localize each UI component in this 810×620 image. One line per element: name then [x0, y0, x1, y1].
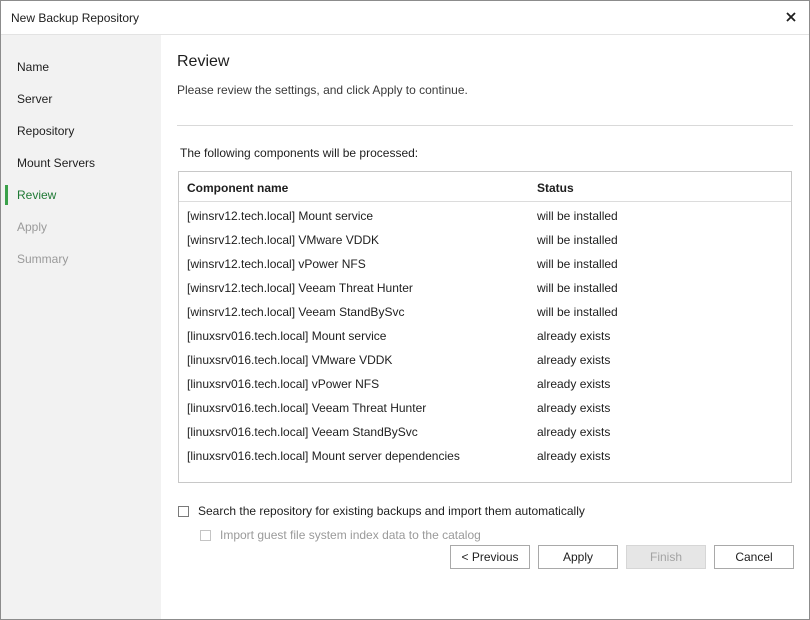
- search-repo-checkbox[interactable]: [178, 505, 189, 517]
- status-cell: already exists: [537, 353, 611, 367]
- window-title: New Backup Repository: [11, 11, 140, 25]
- step-repository[interactable]: Repository: [1, 119, 161, 143]
- status-cell: already exists: [537, 377, 611, 391]
- step-name[interactable]: Name: [1, 55, 161, 79]
- close-button[interactable]: [779, 5, 803, 29]
- search-repo-option[interactable]: Search the repository for existing backu…: [178, 504, 585, 518]
- component-name-cell: [winsrv12.tech.local] Mount service: [187, 209, 374, 223]
- table-row[interactable]: [linuxsrv016.tech.local] vPower NFS alre…: [179, 375, 791, 399]
- column-header-component-name[interactable]: Component name: [187, 181, 288, 195]
- table-row[interactable]: [winsrv12.tech.local] Mount service will…: [179, 207, 791, 231]
- component-name-cell: [winsrv12.tech.local] Veeam StandBySvc: [187, 305, 405, 319]
- step-summary: Summary: [17, 252, 69, 266]
- page-title: Review: [177, 53, 230, 70]
- table-row[interactable]: [linuxsrv016.tech.local] Veeam StandBySv…: [179, 423, 791, 447]
- import-index-label: Import guest file system index data to t…: [220, 528, 481, 542]
- components-table[interactable]: Component name Status [winsrv12.tech.loc…: [178, 171, 792, 483]
- main-panel: Review Please review the settings, and c…: [161, 35, 809, 619]
- table-caption: The following components will be process…: [180, 146, 419, 160]
- table-row[interactable]: [linuxsrv016.tech.local] Veeam Threat Hu…: [179, 399, 791, 423]
- component-name-cell: [linuxsrv016.tech.local] VMware VDDK: [187, 353, 393, 367]
- search-repo-label[interactable]: Search the repository for existing backu…: [198, 504, 585, 518]
- page-description: Please review the settings, and click Ap…: [177, 83, 468, 97]
- table-row[interactable]: [winsrv12.tech.local] vPower NFS will be…: [179, 255, 791, 279]
- header-divider: [177, 125, 793, 126]
- dialog-window: New Backup Repository Name Server Reposi…: [0, 0, 810, 620]
- previous-button[interactable]: < Previous: [450, 545, 530, 569]
- step-review[interactable]: Review: [1, 183, 161, 207]
- status-cell: will be installed: [537, 281, 618, 295]
- status-cell: will be installed: [537, 305, 618, 319]
- status-cell: already exists: [537, 401, 611, 415]
- table-row[interactable]: [linuxsrv016.tech.local] VMware VDDK alr…: [179, 351, 791, 375]
- apply-button[interactable]: Apply: [538, 545, 618, 569]
- table-row[interactable]: [winsrv12.tech.local] Veeam Threat Hunte…: [179, 279, 791, 303]
- table-row[interactable]: [linuxsrv016.tech.local] Mount service a…: [179, 327, 791, 351]
- component-name-cell: [winsrv12.tech.local] vPower NFS: [187, 257, 366, 271]
- status-cell: already exists: [537, 449, 611, 463]
- column-header-status[interactable]: Status: [537, 181, 574, 195]
- component-name-cell: [linuxsrv016.tech.local] Veeam StandBySv…: [187, 425, 418, 439]
- component-name-cell: [linuxsrv016.tech.local] Mount service: [187, 329, 387, 343]
- step-server[interactable]: Server: [1, 87, 161, 111]
- table-row[interactable]: [linuxsrv016.tech.local] Mount server de…: [179, 447, 791, 471]
- component-name-cell: [linuxsrv016.tech.local] vPower NFS: [187, 377, 380, 391]
- table-body: [winsrv12.tech.local] Mount service will…: [179, 207, 791, 471]
- table-header: Component name Status: [179, 172, 791, 202]
- component-name-cell: [linuxsrv016.tech.local] Mount server de…: [187, 449, 460, 463]
- step-apply: Apply: [17, 220, 48, 234]
- status-cell: already exists: [537, 425, 611, 439]
- status-cell: will be installed: [537, 233, 618, 247]
- wizard-steps-sidebar: Name Server Repository Mount Servers Rev…: [1, 35, 161, 619]
- component-name-cell: [winsrv12.tech.local] Veeam Threat Hunte…: [187, 281, 413, 295]
- finish-button: Finish: [626, 545, 706, 569]
- title-bar: New Backup Repository: [1, 1, 809, 35]
- cancel-button[interactable]: Cancel: [714, 545, 794, 569]
- close-icon: [786, 12, 796, 22]
- table-row[interactable]: [winsrv12.tech.local] VMware VDDK will b…: [179, 231, 791, 255]
- status-cell: will be installed: [537, 257, 618, 271]
- import-index-option: Import guest file system index data to t…: [200, 528, 481, 542]
- status-cell: will be installed: [537, 209, 618, 223]
- step-mount-servers[interactable]: Mount Servers: [1, 151, 161, 175]
- table-row[interactable]: [winsrv12.tech.local] Veeam StandBySvc w…: [179, 303, 791, 327]
- import-index-checkbox: [200, 529, 211, 541]
- component-name-cell: [linuxsrv016.tech.local] Veeam Threat Hu…: [187, 401, 427, 415]
- status-cell: already exists: [537, 329, 611, 343]
- component-name-cell: [winsrv12.tech.local] VMware VDDK: [187, 233, 380, 247]
